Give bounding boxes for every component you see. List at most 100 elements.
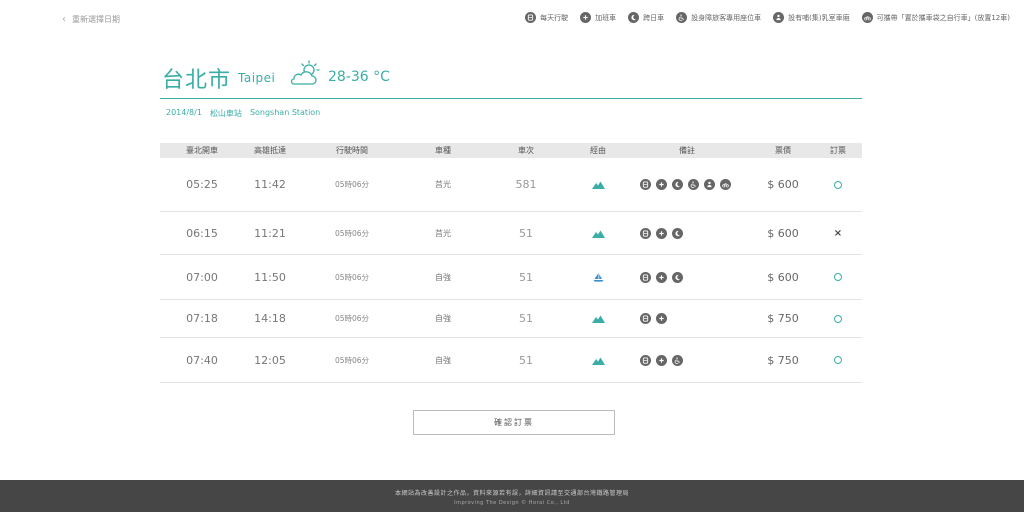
legend-item: 設有哺(集)乳室車廂 — [773, 12, 850, 23]
top-bar: ‹ 重新選擇日期 每天行駛 加班車 跨日車 設身障旅客專用座位車 設有哺(集)乳室車廂 可… — [0, 0, 1024, 40]
book-radio-icon[interactable] — [834, 273, 842, 281]
travel-duration: 05時06分 — [334, 180, 370, 189]
train-type: 自強 — [435, 355, 451, 365]
arrive-time: 11:50 — [254, 270, 286, 284]
cross-day-icon — [672, 227, 683, 239]
table-row[interactable]: 07:40 12:05 05時06分 自強 51 $ 750 — [160, 338, 862, 383]
cross-day-icon — [628, 12, 640, 23]
legend-item: 設身障旅客專用座位車 — [676, 12, 761, 23]
train-type: 自強 — [435, 272, 451, 282]
column-header: 車次 — [518, 146, 534, 155]
extra-train-icon — [656, 313, 667, 324]
legend-label: 每天行駛 — [540, 13, 569, 22]
daily-icon — [640, 313, 651, 324]
trip-date: 2014/8/1 — [166, 108, 202, 117]
city-name-en: Taipei — [238, 71, 276, 85]
back-label: 重新選擇日期 — [72, 15, 120, 24]
depart-time: 07:00 — [186, 270, 218, 284]
city-name: 台北市 — [162, 68, 232, 93]
station-name-en: Songshan Station — [249, 108, 321, 117]
train-number: 51 — [519, 270, 533, 284]
footer-copyright: Improving The Design © Horai Co., Ltd — [454, 500, 570, 506]
train-type: 莒光 — [435, 228, 451, 238]
ticket-price: $ 600 — [767, 178, 799, 191]
column-header: 行駛時間 — [336, 146, 368, 155]
table-row[interactable]: 05:25 11:42 05時06分 莒光 581 $ 600 — [160, 158, 862, 212]
chevron-left-icon: ‹ — [62, 14, 66, 25]
notes-icons — [622, 354, 752, 366]
legend-item: 可攜帶「置於攜車袋之自行車」(放置12車) — [861, 12, 1010, 23]
book-radio-icon[interactable] — [834, 180, 842, 189]
back-link[interactable]: ‹ 重新選擇日期 — [62, 14, 120, 25]
column-header: 高雄抵達 — [254, 146, 286, 155]
mountain-icon — [574, 180, 622, 189]
legend-label: 設有哺(集)乳室車廂 — [788, 13, 850, 22]
train-type: 自強 — [435, 314, 451, 323]
column-header: 經由 — [590, 146, 606, 155]
legend-label: 加班車 — [595, 13, 617, 22]
bicycle-icon — [720, 179, 731, 190]
icon-legend: 每天行駛 加班車 跨日車 設身障旅客專用座位車 設有哺(集)乳室車廂 可攜帶「置於攜車袋之… — [525, 12, 1010, 23]
book-radio-icon[interactable] — [834, 314, 842, 323]
station-name: 松山車站 — [209, 109, 242, 118]
notes-icons — [622, 271, 752, 283]
legend-label: 跨日車 — [643, 13, 665, 22]
legend-item: 每天行駛 — [525, 12, 568, 23]
train-number: 581 — [515, 178, 537, 191]
extra-train-icon — [580, 12, 592, 23]
travel-duration: 05時06分 — [334, 272, 370, 282]
book-cell — [814, 180, 862, 189]
daily-icon — [525, 12, 537, 23]
mountain-icon — [574, 229, 622, 238]
daily-icon — [640, 227, 651, 239]
arrive-time: 12:05 — [254, 353, 286, 367]
table-body: 05:25 11:42 05時06分 莒光 581 $ 600 06:15 11:21 05時0… — [160, 158, 862, 383]
daily-icon — [640, 271, 651, 283]
train-number: 51 — [519, 312, 533, 325]
daily-icon — [640, 179, 651, 190]
wheelchair-icon — [688, 179, 699, 190]
table-header: 臺北開車 高雄抵達 行駛時間 車種 車次 經由 備註 票價 訂票 — [160, 143, 862, 158]
extra-train-icon — [656, 179, 667, 190]
column-header: 訂票 — [830, 146, 846, 155]
table-row[interactable]: 07:18 14:18 05時06分 自強 51 $ 750 — [160, 300, 862, 338]
column-header: 備註 — [679, 146, 695, 155]
extra-train-icon — [656, 271, 667, 283]
arrive-time: 14:18 — [254, 312, 286, 325]
arrive-time: 11:21 — [254, 226, 286, 240]
travel-duration: 05時06分 — [334, 355, 370, 365]
mountain-icon — [574, 314, 622, 323]
extra-train-icon — [656, 354, 667, 366]
travel-duration: 05時06分 — [334, 228, 370, 238]
temperature: 28-36 °C — [328, 69, 390, 85]
depart-time: 06:15 — [186, 226, 218, 240]
timetable: 臺北開車 高雄抵達 行駛時間 車種 車次 經由 備註 票價 訂票 05:25 11:42 05時06… — [160, 143, 862, 383]
table-row[interactable]: 06:15 11:21 05時06分 莒光 51 $ 600 × — [160, 212, 862, 255]
book-radio-icon[interactable] — [834, 356, 842, 364]
column-header: 票價 — [775, 146, 791, 155]
table-row[interactable]: 07:00 11:50 05時06分 自強 51 $ 600 — [160, 255, 862, 300]
travel-duration: 05時06分 — [334, 314, 370, 323]
notes-icons — [622, 227, 752, 239]
train-number: 51 — [519, 353, 533, 367]
nursing-room-icon — [704, 179, 715, 190]
weather-header: 台北市 Taipei 28-36 °C — [160, 58, 862, 99]
depart-time: 07:40 — [186, 353, 218, 367]
cross-day-icon — [672, 179, 683, 190]
book-cell — [814, 356, 862, 364]
column-header: 臺北開車 — [186, 146, 218, 155]
book-cell: × — [814, 228, 862, 239]
wheelchair-icon — [672, 354, 683, 366]
daily-icon — [640, 354, 651, 366]
book-cell — [814, 314, 862, 323]
train-number: 51 — [519, 226, 533, 240]
mountain-icon — [574, 356, 622, 365]
book-cell — [814, 273, 862, 281]
sold-out-icon: × — [833, 227, 843, 239]
confirm-booking-button[interactable]: 確認訂票 — [413, 410, 615, 435]
ticket-price: $ 750 — [767, 312, 799, 325]
train-type: 莒光 — [435, 180, 451, 189]
arrive-time: 11:42 — [254, 178, 286, 191]
ticket-price: $ 600 — [767, 270, 799, 284]
wheelchair-icon — [676, 12, 688, 23]
